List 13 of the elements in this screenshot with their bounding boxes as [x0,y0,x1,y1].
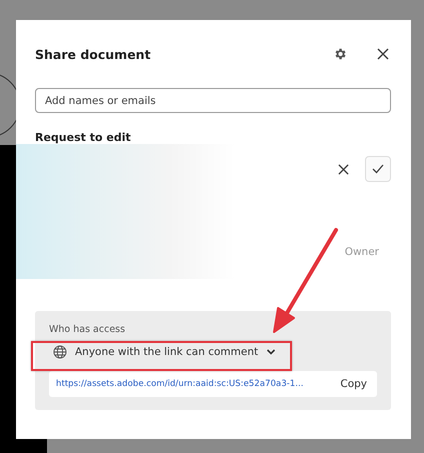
dialog-title: Share document [35,46,152,62]
section-heading: Request to edit [35,131,132,144]
globe-icon [53,345,67,359]
access-label: Who has access [49,324,126,335]
close-icon[interactable] [375,46,391,62]
accept-button[interactable] [365,156,391,182]
access-dropdown[interactable]: Anyone with the link can comment [49,341,280,363]
role-label: Owner [344,246,379,258]
caret-icon [266,348,276,356]
invite-field[interactable]: Add names or emails [35,88,391,113]
check-icon [372,164,384,174]
share-link[interactable]: https://assets.adobe.com/id/urn:aaid:sc:US:e52a70a3-1... [56,379,328,389]
copy-button[interactable]: Copy [336,376,371,392]
